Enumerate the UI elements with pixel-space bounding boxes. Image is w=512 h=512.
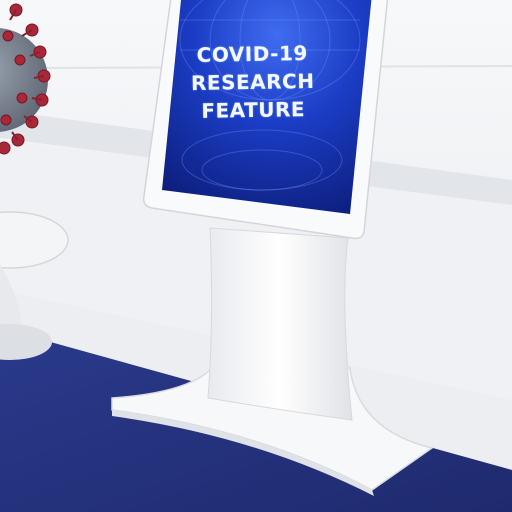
kiosk-headline: COVID-19 RESEARCH FEATURE [166, 38, 339, 125]
kiosk-stand [207, 227, 353, 421]
headline-line-1: COVID-19 [196, 41, 309, 67]
headline-line-3: FEATURE [201, 97, 306, 123]
exhibit-scene: COVID-19 RESEARCH FEATURE [0, 0, 512, 512]
headline-line-2: RESEARCH [190, 68, 315, 96]
